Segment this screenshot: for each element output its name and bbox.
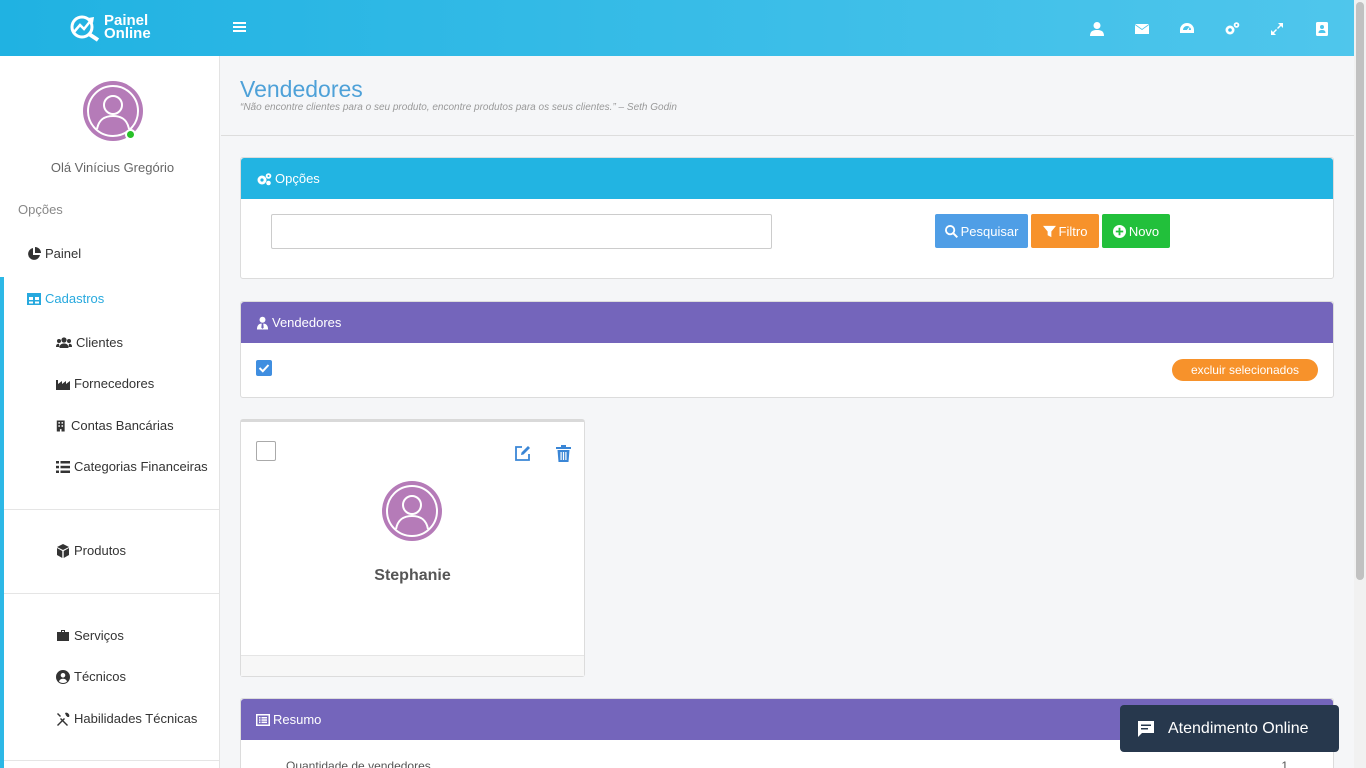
industry-icon [56,379,70,390]
options-panel-title: Opções [275,171,320,186]
table-icon [27,292,41,305]
user-tie-icon [256,316,269,329]
sidebar-item-label: Contas Bancárias [71,418,174,433]
sidebar-item-produtos[interactable]: Produtos [56,543,126,558]
trash-icon[interactable] [556,445,571,462]
building-icon [56,420,65,431]
sidebar-item-label: Clientes [76,335,123,350]
envelope-icon [1134,24,1149,34]
menu-toggle-button[interactable] [233,20,247,37]
scrollbar-thumb[interactable] [1356,2,1364,580]
seller-name: Stephanie [374,567,451,584]
hamburger-icon [233,22,246,32]
seller-card: Stephanie [240,419,585,677]
sellers-panel: Vendedores excluir selecionados [240,301,1334,398]
summary-panel-title: Resumo [273,712,322,727]
contacts-button[interactable] [1299,18,1344,40]
select-all-checkbox[interactable] [256,360,272,376]
page-quote: “Não encontre clientes para o seu produt… [240,102,677,113]
plus-circle-icon [1112,224,1126,238]
sidebar-item-cadastros[interactable]: Cadastros [27,291,104,306]
edit-icon[interactable] [514,445,531,462]
messages-button[interactable] [1119,18,1164,40]
search-button[interactable]: Pesquisar [935,214,1028,248]
user-icon [1089,22,1104,36]
logo-icon [70,15,100,42]
filter-button-label: Filtro [1058,223,1088,239]
vertical-scrollbar[interactable] [1354,0,1366,768]
list-icon [56,460,70,473]
address-book-icon [1315,22,1328,36]
new-button-label: Novo [1128,223,1160,239]
sidebar-section-label: Opções [18,202,63,217]
chat-label: Atendimento Online [1168,719,1309,737]
profile-button[interactable] [1074,18,1119,40]
settings-button[interactable] [1209,18,1254,40]
page-title: Vendedores [240,76,363,102]
options-panel-header: Opções [241,158,1333,199]
delete-selected-button[interactable]: excluir selecionados [1171,359,1318,381]
chat-icon [1138,720,1154,737]
seller-card-footer [241,655,584,676]
sidebar-item-servicos[interactable]: Serviços [56,628,124,643]
sidebar-item-label: Serviços [74,628,124,643]
users-icon [56,336,72,348]
summary-label: Quantidade de vendedores [286,759,431,768]
briefcase-icon [57,629,69,641]
sidebar-item-habilidades-tecnicas[interactable]: Habilidades Técnicas [56,711,197,726]
user-silhouette-icon [386,485,438,537]
fullscreen-button[interactable] [1254,18,1299,40]
main-content: Vendedores “Não encontre clientes para o… [221,56,1354,768]
sidebar-item-label: Fornecedores [74,376,155,391]
box-icon [57,543,69,558]
sidebar-divider [4,760,219,761]
search-icon [944,224,958,238]
seller-avatar [382,481,442,541]
sidebar-item-label: Painel [45,246,82,261]
search-input[interactable] [271,214,772,249]
sidebar-item-tecnicos[interactable]: Técnicos [56,669,126,684]
sidebar-item-label: Categorias Financeiras [74,459,208,474]
dashboard-button[interactable] [1164,18,1209,40]
sellers-panel-title: Vendedores [272,315,342,330]
sidebar: Olá Vinícius Gregório Opções Painel Cada… [0,56,220,768]
sidebar-item-clientes[interactable]: Clientes [56,335,123,350]
online-support-chat-button[interactable]: Atendimento Online [1120,705,1339,752]
dashboard-icon [1179,23,1194,33]
logo-text-line2: Online [104,25,151,42]
sidebar-item-label: Habilidades Técnicas [74,711,198,726]
app-logo[interactable]: Painel Online [68,12,151,42]
page-header: Vendedores “Não encontre clientes para o… [221,56,1354,136]
online-status-indicator [125,129,136,140]
tools-icon [57,712,70,726]
seller-select-checkbox[interactable] [256,441,276,461]
sidebar-item-label: Produtos [74,543,127,558]
expand-icon [1270,23,1283,35]
search-button-label: Pesquisar [960,223,1019,239]
pie-chart-icon [28,246,41,260]
sidebar-divider [4,509,219,510]
filter-button[interactable]: Filtro [1031,214,1099,248]
sidebar-item-fornecedores[interactable]: Fornecedores [56,376,154,391]
sidebar-item-categorias-financeiras[interactable]: Categorias Financeiras [56,459,208,474]
filter-icon [1042,225,1056,237]
new-button[interactable]: Novo [1102,214,1170,248]
cogs-icon [1225,22,1239,35]
sidebar-divider [4,593,219,594]
sellers-panel-header: Vendedores [241,302,1333,343]
top-bar: Painel Online [0,0,1354,56]
sidebar-item-contas-bancarias[interactable]: Contas Bancárias [56,418,174,433]
check-icon [258,364,270,373]
user-greeting: Olá Vinícius Gregório [50,160,175,175]
user-circle-icon [56,669,70,684]
summary-value: 1 [1281,759,1288,768]
options-panel: Opções Pesquisar Filtro Novo [240,157,1334,279]
sidebar-item-painel[interactable]: Painel [27,246,81,261]
sidebar-item-label: Cadastros [45,291,105,306]
cogs-icon [257,172,272,185]
list-alt-icon [256,713,270,726]
sidebar-item-label: Técnicos [74,669,127,684]
